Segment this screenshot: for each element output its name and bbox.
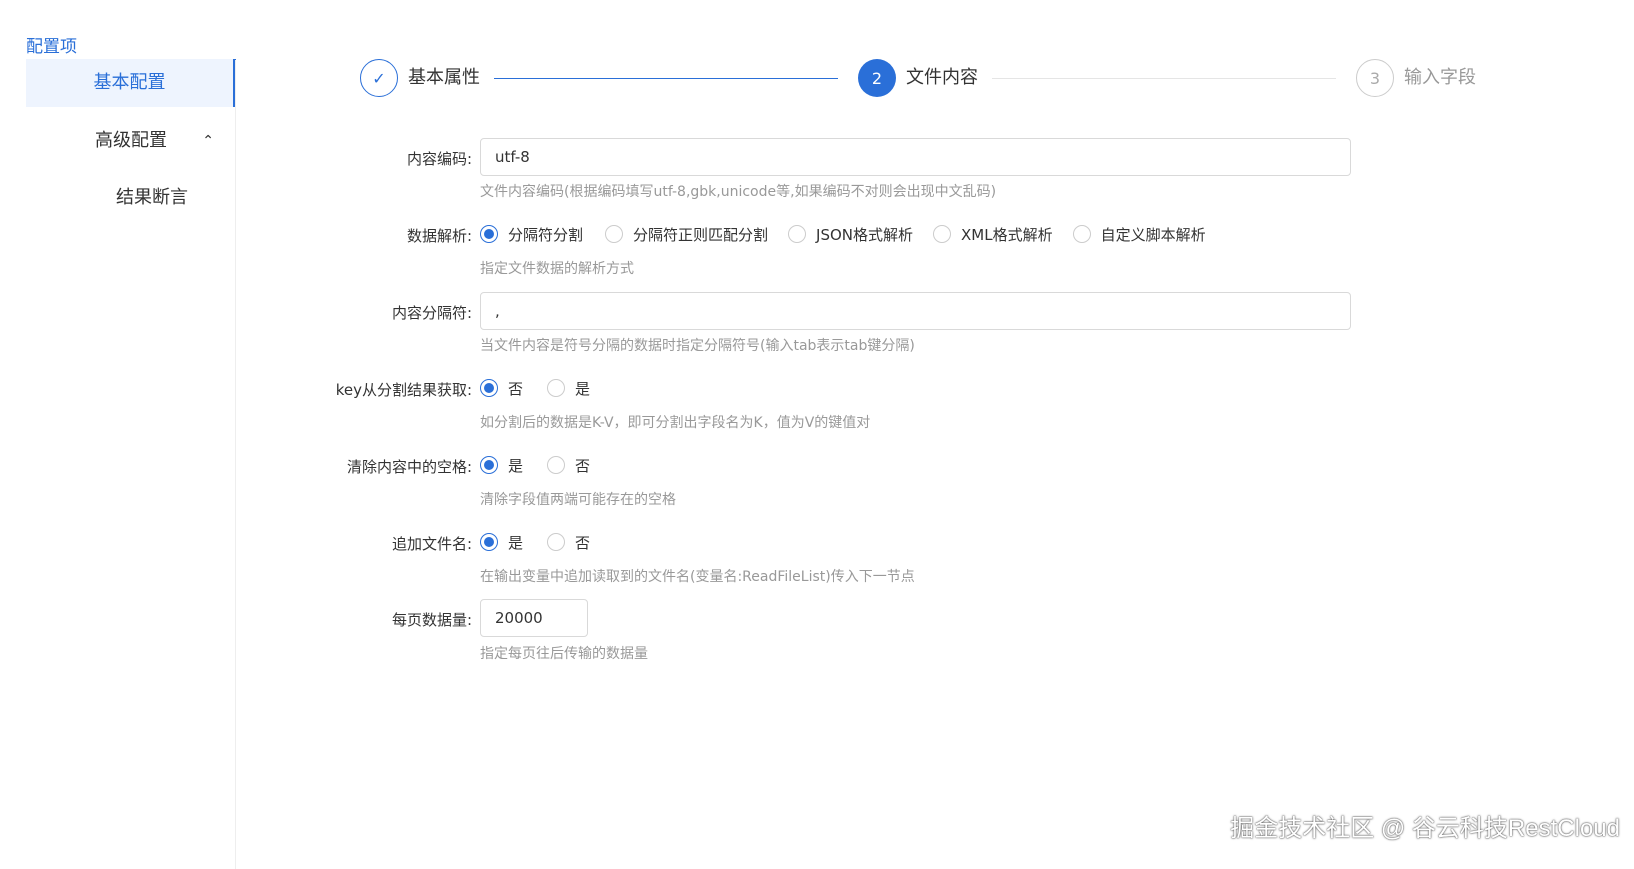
append-filename-radio-group: 是 否 <box>480 530 610 554</box>
encoding-label: 内容编码: <box>406 150 472 168</box>
parse-option-regex[interactable]: 分隔符正则匹配分割 <box>605 224 768 245</box>
parse-hint: 指定文件数据的解析方式 <box>480 261 634 277</box>
key-from-split-radio-group: 否 是 <box>480 376 610 400</box>
radio-icon <box>547 456 566 474</box>
separator-label: 内容分隔符: <box>391 304 472 322</box>
sidebar-item-label: 结果断言 <box>116 187 188 208</box>
page-size-hint: 指定每页往后传输的数据量 <box>480 646 648 662</box>
parse-radio-group: 分隔符分割 分隔符正则匹配分割 JSON格式解析 XML格式解析 自定义脚本解析 <box>480 222 1226 246</box>
step-3-label[interactable]: 输入字段 <box>1404 59 1476 97</box>
step-1-check-icon: ✓ <box>360 59 398 97</box>
page-size-label: 每页数据量: <box>391 611 472 629</box>
parse-option-script[interactable]: 自定义脚本解析 <box>1072 224 1206 245</box>
radio-icon <box>547 533 566 551</box>
parse-option-delimiter[interactable]: 分隔符分割 <box>480 224 583 245</box>
trim-spaces-option-no[interactable]: 否 <box>547 455 590 476</box>
step-3-number-icon: 3 <box>1356 59 1394 97</box>
step-1-connector <box>494 78 838 79</box>
key-from-split-option-no[interactable]: 否 <box>480 378 523 399</box>
append-filename-label: 追加文件名: <box>391 535 472 553</box>
parse-option-json[interactable]: JSON格式解析 <box>788 224 913 245</box>
trim-spaces-hint: 清除字段值两端可能存在的空格 <box>480 492 676 508</box>
step-2-number-icon: 2 <box>858 59 896 97</box>
sidebar-item-label: 高级配置 <box>95 130 167 151</box>
sidebar-divider <box>235 60 236 869</box>
radio-icon <box>788 225 807 243</box>
radio-icon <box>547 379 566 397</box>
separator-input[interactable]: , <box>480 292 1351 330</box>
radio-checked-icon <box>480 379 498 397</box>
sidebar: 配置项 基本配置 高级配置 ⌃ 结果断言 <box>0 0 236 869</box>
key-from-split-hint: 如分割后的数据是K-V，即可分割出字段名为K，值为V的键值对 <box>480 415 871 431</box>
sidebar-item-label: 基本配置 <box>93 72 166 93</box>
key-from-split-label: key从分割结果获取: <box>335 381 472 399</box>
trim-spaces-option-yes[interactable]: 是 <box>480 455 523 476</box>
watermark: 掘金技术社区 @ 谷云科技RestCloud <box>1230 815 1620 842</box>
steps-bar: ✓ 基本属性 2 文件内容 3 输入字段 <box>360 59 1552 99</box>
sidebar-title: 配置项 <box>26 37 77 57</box>
sidebar-item-advanced-config[interactable]: 高级配置 ⌃ <box>26 117 236 165</box>
radio-checked-icon <box>480 225 498 243</box>
sidebar-item-result-assertion[interactable]: 结果断言 <box>26 174 236 222</box>
page-size-input[interactable]: 20000 <box>480 599 588 637</box>
radio-icon <box>605 225 624 243</box>
radio-checked-icon <box>480 533 498 551</box>
append-filename-option-no[interactable]: 否 <box>547 532 590 553</box>
trim-spaces-label: 清除内容中的空格: <box>346 458 472 476</box>
trim-spaces-radio-group: 是 否 <box>480 453 610 477</box>
sidebar-item-basic-config[interactable]: 基本配置 <box>26 59 236 107</box>
chevron-up-icon[interactable]: ⌃ <box>202 117 214 165</box>
step-2-connector <box>992 78 1336 79</box>
append-filename-option-yes[interactable]: 是 <box>480 532 523 553</box>
encoding-input[interactable]: utf-8 <box>480 138 1351 176</box>
radio-icon <box>933 225 952 243</box>
radio-icon <box>1072 225 1091 243</box>
key-from-split-option-yes[interactable]: 是 <box>547 378 590 399</box>
radio-checked-icon <box>480 456 498 474</box>
parse-option-xml[interactable]: XML格式解析 <box>933 224 1053 245</box>
append-filename-hint: 在输出变量中追加读取到的文件名(变量名:ReadFileList)传入下一节点 <box>480 569 915 585</box>
separator-hint: 当文件内容是符号分隔的数据时指定分隔符号(输入tab表示tab键分隔) <box>480 338 915 354</box>
step-2-label[interactable]: 文件内容 <box>906 59 978 97</box>
step-1-label[interactable]: 基本属性 <box>408 59 480 97</box>
parse-label: 数据解析: <box>406 227 472 245</box>
encoding-hint: 文件内容编码(根据编码填写utf-8,gbk,unicode等,如果编码不对则会… <box>480 184 997 200</box>
